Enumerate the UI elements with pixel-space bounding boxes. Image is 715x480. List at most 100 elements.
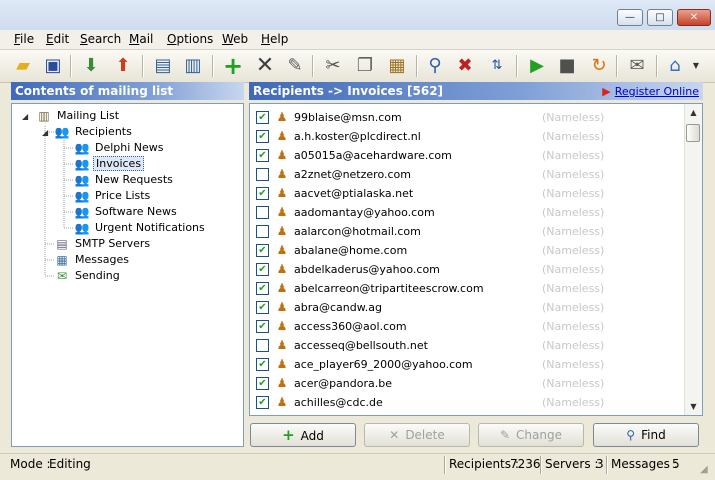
list-item[interactable]: ✔ ♟ ace_player69_2000@yahoo.com (Nameless) — [250, 355, 685, 374]
scroll-up-icon[interactable]: ▲ — [685, 104, 702, 121]
tree-item-invoices[interactable]: 👥 Invoices — [74, 156, 145, 172]
cut-icon[interactable]: ✂ — [320, 54, 346, 78]
remove-icon[interactable]: ✖ — [452, 54, 478, 78]
recipient-name: (Nameless) — [542, 396, 605, 409]
person-icon: ♟ — [276, 110, 288, 124]
vertical-scrollbar[interactable]: ▲ ▼ — [684, 104, 702, 415]
add-recipient-icon[interactable]: ▤ — [150, 54, 176, 78]
paste-icon[interactable]: ▦ — [384, 54, 410, 78]
mailing-list-tree[interactable]: ◢ ◢ ▥ Mailing List 👥 Recipients 👥 Delphi Ne… — [11, 103, 244, 447]
home-icon[interactable]: ⌂ — [662, 54, 688, 78]
scroll-thumb[interactable] — [686, 124, 700, 142]
copy-icon[interactable]: ❐ — [352, 54, 378, 78]
list-item[interactable]: ✔ ♟ abra@candw.ag (Nameless) — [250, 298, 685, 317]
tree-item-delphi-news[interactable]: 👥 Delphi News — [74, 140, 166, 156]
recipient-checkbox[interactable]: ✔ — [256, 358, 269, 371]
list-item[interactable]: ✔ ♟ abelcarreon@tripartiteescrow.com (Namel… — [250, 279, 685, 298]
menu-options[interactable]: Options — [167, 32, 213, 46]
recipient-checkbox[interactable]: ✔ — [256, 187, 269, 200]
register-online-link[interactable]: ▶ Register Online — [602, 83, 699, 101]
export-icon[interactable]: ⬆ — [110, 54, 136, 78]
delete-button[interactable]: ✕ Delete — [364, 423, 470, 447]
list-item[interactable]: ✔ ♟ achilles@cdc.de (Nameless) — [250, 393, 685, 412]
tree-item-urgent-notifications[interactable]: 👥 Urgent Notifications — [74, 220, 207, 236]
menu-bar: File Edit Search Mail Options Web Help — [0, 30, 715, 50]
recipient-checkbox[interactable]: ✔ — [256, 396, 269, 409]
find-button[interactable]: ⚲ Find — [593, 423, 699, 447]
menu-mail[interactable]: Mail — [129, 32, 153, 46]
recipients-count-label: Recipients : — [449, 457, 519, 471]
menu-help[interactable]: Help — [261, 32, 288, 46]
close-button[interactable]: ✕ — [677, 9, 711, 26]
mail-icon[interactable]: ✉ — [624, 54, 650, 78]
collapse-icon[interactable]: ◢ — [42, 128, 48, 137]
menu-search[interactable]: Search — [80, 32, 121, 46]
list-item[interactable]: ♟ a2znet@netzero.com (Nameless) — [250, 165, 685, 184]
recipients-list[interactable]: ✔ ♟ 99blaise@msn.com (Nameless) ✔ ♟ a.h.koster… — [249, 103, 703, 416]
tree-item-new-requests[interactable]: 👥 New Requests — [74, 172, 175, 188]
recipient-email: 99blaise@msn.com — [294, 111, 402, 124]
refresh-icon[interactable]: ↻ — [586, 54, 612, 78]
recipient-checkbox[interactable] — [256, 225, 269, 238]
menu-edit[interactable]: Edit — [46, 32, 69, 46]
recipient-checkbox[interactable]: ✔ — [256, 320, 269, 333]
server-icon: ▤ — [56, 237, 68, 251]
edit-icon[interactable]: ✎ — [282, 54, 308, 78]
list-item[interactable]: ✔ ♟ acer@pandora.be (Nameless) — [250, 374, 685, 393]
add-icon: + — [282, 426, 295, 444]
collapse-icon[interactable]: ◢ — [22, 112, 28, 121]
chevron-down-icon[interactable]: ▼ — [690, 54, 702, 78]
add-icon[interactable]: + — [220, 54, 246, 78]
recipient-name: (Nameless) — [542, 377, 605, 390]
minimize-button[interactable]: — — [617, 9, 643, 26]
tree-item-smtp-servers[interactable]: ▤ SMTP Servers — [54, 236, 152, 252]
tree-item-mailing-list[interactable]: ▥ Mailing List — [36, 108, 121, 124]
save-icon[interactable]: ▣ — [40, 54, 66, 78]
recipient-checkbox[interactable]: ✔ — [256, 244, 269, 257]
add-button[interactable]: + Add — [250, 423, 356, 447]
list-item[interactable]: ✔ ♟ abalane@home.com (Nameless) — [250, 241, 685, 260]
resize-grip-icon[interactable]: ◢ — [700, 464, 712, 476]
list-item[interactable]: ✔ ♟ access360@aol.com (Nameless) — [250, 317, 685, 336]
list-item[interactable]: ✔ ♟ aacvet@ptialaska.net (Nameless) — [250, 184, 685, 203]
list-item[interactable]: ♟ aadomantay@yahoo.com (Nameless) — [250, 203, 685, 222]
tree-item-sending[interactable]: ✉ Sending — [54, 268, 122, 284]
list-item[interactable]: ♟ aalarcon@hotmail.com (Nameless) — [250, 222, 685, 241]
play-icon[interactable]: ▶ — [524, 54, 550, 78]
list-item[interactable]: ✔ ♟ a05015a@acehardware.com (Nameless) — [250, 146, 685, 165]
recipient-checkbox[interactable] — [256, 339, 269, 352]
scroll-down-icon[interactable]: ▼ — [685, 398, 702, 415]
recipient-checkbox[interactable]: ✔ — [256, 130, 269, 143]
tree-item-recipients[interactable]: 👥 Recipients — [54, 124, 134, 140]
import-icon[interactable]: ⬇ — [78, 54, 104, 78]
people-icon: 👥 — [74, 141, 90, 155]
toolbar: ▰ ▣ ⬇ ⬆ ▤ ▥ + ✕ ✎ ✂ ❐ ▦ ⚲ ✖ ⇅ ▶ ■ ↻ ✉ ⌂ … — [0, 50, 715, 83]
list-item[interactable]: ✔ ♟ a.h.koster@plcdirect.nl (Nameless) — [250, 127, 685, 146]
menu-web[interactable]: Web — [222, 32, 248, 46]
recipient-checkbox[interactable]: ✔ — [256, 263, 269, 276]
recipient-checkbox[interactable] — [256, 206, 269, 219]
list-item[interactable]: ✔ ♟ 99blaise@msn.com (Nameless) — [250, 108, 685, 127]
open-folder-icon[interactable]: ▰ — [10, 54, 36, 78]
recipient-checkbox[interactable]: ✔ — [256, 111, 269, 124]
recipient-checkbox[interactable]: ✔ — [256, 377, 269, 390]
tree-item-price-lists[interactable]: 👥 Price Lists — [74, 188, 152, 204]
list-item[interactable]: ✔ ♟ abdelkaderus@yahoo.com (Nameless) — [250, 260, 685, 279]
delete-icon[interactable]: ✕ — [252, 54, 278, 78]
tree-item-messages[interactable]: ▦ Messages — [54, 252, 131, 268]
recipient-checkbox[interactable]: ✔ — [256, 301, 269, 314]
recipient-email: a.h.koster@plcdirect.nl — [294, 130, 421, 143]
list-item[interactable]: ♟ accesseq@bellsouth.net (Nameless) — [250, 336, 685, 355]
recipient-checkbox[interactable] — [256, 168, 269, 181]
menu-file[interactable]: File — [14, 32, 34, 46]
recipient-checkbox[interactable]: ✔ — [256, 149, 269, 162]
recipient-checkbox[interactable]: ✔ — [256, 282, 269, 295]
right-panel-header: Recipients -> Invoices [562] ▶ Register O… — [249, 82, 703, 100]
maximize-button[interactable]: □ — [647, 9, 673, 26]
change-button[interactable]: ✎ Change — [478, 423, 584, 447]
tree-item-software-news[interactable]: 👥 Software News — [74, 204, 179, 220]
recipient-card-icon[interactable]: ▥ — [180, 54, 206, 78]
search-icon[interactable]: ⚲ — [422, 54, 448, 78]
stop-icon[interactable]: ■ — [554, 54, 580, 78]
sort-az-icon[interactable]: ⇅ — [484, 54, 510, 78]
